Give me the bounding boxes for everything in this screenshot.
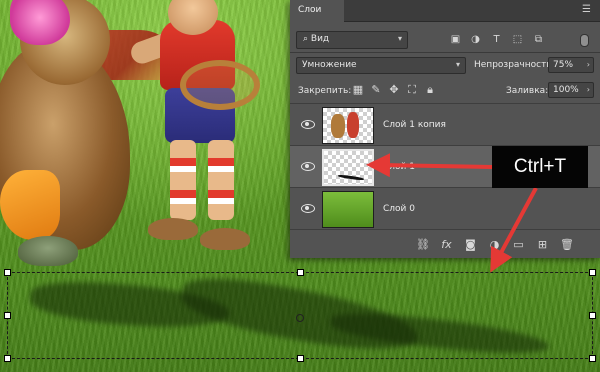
visibility-eye-icon[interactable] bbox=[301, 119, 315, 129]
divider bbox=[290, 52, 600, 53]
pinocchio-shoe bbox=[200, 228, 250, 250]
transform-handle-middle-left[interactable] bbox=[4, 312, 11, 319]
turtle-hat bbox=[10, 0, 70, 45]
fill-field[interactable]: 100% › bbox=[548, 82, 594, 98]
lock-image-pixels-icon[interactable]: ✎ bbox=[370, 84, 382, 96]
fx-icon[interactable]: fx bbox=[440, 238, 453, 251]
filter-adjustment-icon[interactable]: ◑ bbox=[470, 34, 481, 45]
filter-shape-icon[interactable]: ⬚ bbox=[512, 34, 523, 45]
chevron-right-icon: › bbox=[586, 60, 590, 69]
hotkey-callout: Ctrl+T bbox=[492, 146, 588, 188]
blend-mode-select[interactable]: Умножение ▾ bbox=[296, 57, 466, 74]
layer-name[interactable]: Слой 1 копия bbox=[383, 120, 446, 130]
layers-panel: Слои ☰ ⌕ Вид ▾ ▣ ◑ T ⬚ ⧉ Умножение ▾ Неп… bbox=[290, 0, 600, 258]
link-layers-icon[interactable]: ⛓ bbox=[416, 238, 430, 251]
thumb-figure bbox=[347, 112, 359, 138]
transform-handle-top-center[interactable] bbox=[297, 269, 304, 276]
transform-handle-bottom-right[interactable] bbox=[589, 355, 596, 362]
chevron-down-icon: ▾ bbox=[397, 34, 402, 43]
layer-filter-select[interactable]: ⌕ Вид ▾ bbox=[296, 31, 408, 49]
transform-reference-point[interactable] bbox=[296, 314, 304, 322]
filter-kind-label: Вид bbox=[310, 34, 330, 44]
opacity-value: 75% bbox=[553, 60, 574, 70]
fill-label: Заливка: bbox=[506, 86, 549, 96]
filter-type-icon[interactable]: T bbox=[491, 34, 502, 45]
panel-tab-bar: Слои ☰ bbox=[290, 0, 600, 22]
lock-position-icon[interactable]: ✥ bbox=[388, 84, 400, 96]
thumb-figure bbox=[331, 114, 345, 138]
pinocchio-leg bbox=[208, 140, 234, 220]
visibility-eye-icon[interactable] bbox=[301, 203, 315, 213]
layer-row[interactable]: Слой 0 bbox=[290, 187, 600, 231]
transform-handle-top-right[interactable] bbox=[589, 269, 596, 276]
pinocchio-leg bbox=[170, 140, 196, 220]
fill-value: 100% bbox=[553, 85, 579, 95]
chevron-down-icon: ▾ bbox=[455, 60, 460, 69]
filter-smart-object-icon[interactable]: ⧉ bbox=[533, 34, 544, 45]
lock-artboard-icon[interactable]: ⛶ bbox=[406, 84, 418, 96]
delete-layer-icon[interactable]: 🗑︎ bbox=[560, 238, 574, 251]
chevron-right-icon: › bbox=[586, 85, 590, 94]
opacity-label: Непрозрачность: bbox=[474, 60, 555, 70]
layer-thumbnail bbox=[322, 149, 374, 186]
filter-toggle[interactable] bbox=[580, 34, 589, 47]
layer-name[interactable]: Слой 0 bbox=[383, 204, 415, 214]
opacity-field[interactable]: 75% › bbox=[548, 57, 594, 73]
layer-thumbnail bbox=[322, 191, 374, 228]
search-icon: ⌕ bbox=[303, 34, 311, 44]
new-layer-icon[interactable]: ⊞ bbox=[536, 238, 549, 251]
transform-handle-top-left[interactable] bbox=[4, 269, 11, 276]
thumb-shadow bbox=[337, 174, 365, 181]
golden-key bbox=[180, 60, 260, 110]
add-mask-icon[interactable]: ◙ bbox=[464, 238, 477, 251]
panel-menu-icon[interactable]: ☰ bbox=[582, 5, 592, 15]
transform-handle-bottom-center[interactable] bbox=[297, 355, 304, 362]
lock-transparent-pixels-icon[interactable]: ▦ bbox=[352, 84, 364, 96]
panel-bottom-bar: ⛓ fx ◙ ◑ ▭ ⊞ 🗑︎ bbox=[290, 229, 600, 258]
lock-all-icon[interactable]: 🔒︎ bbox=[424, 84, 436, 96]
new-group-icon[interactable]: ▭ bbox=[512, 238, 525, 251]
tab-layers[interactable]: Слои bbox=[290, 0, 344, 22]
filter-pixel-icon[interactable]: ▣ bbox=[450, 34, 461, 45]
frog-figure bbox=[18, 236, 78, 266]
transform-handle-bottom-left[interactable] bbox=[4, 355, 11, 362]
pinocchio-shoe bbox=[148, 218, 198, 240]
layer-row[interactable]: Слой 1 копия bbox=[290, 103, 600, 147]
layer-thumbnail bbox=[322, 107, 374, 144]
layer-name[interactable]: Слой 1 bbox=[383, 162, 415, 172]
transform-handle-middle-right[interactable] bbox=[589, 312, 596, 319]
visibility-eye-icon[interactable] bbox=[301, 161, 315, 171]
lock-label: Закрепить: bbox=[298, 86, 352, 96]
blend-mode-value: Умножение bbox=[302, 60, 357, 70]
adjustment-layer-icon[interactable]: ◑ bbox=[488, 238, 501, 251]
